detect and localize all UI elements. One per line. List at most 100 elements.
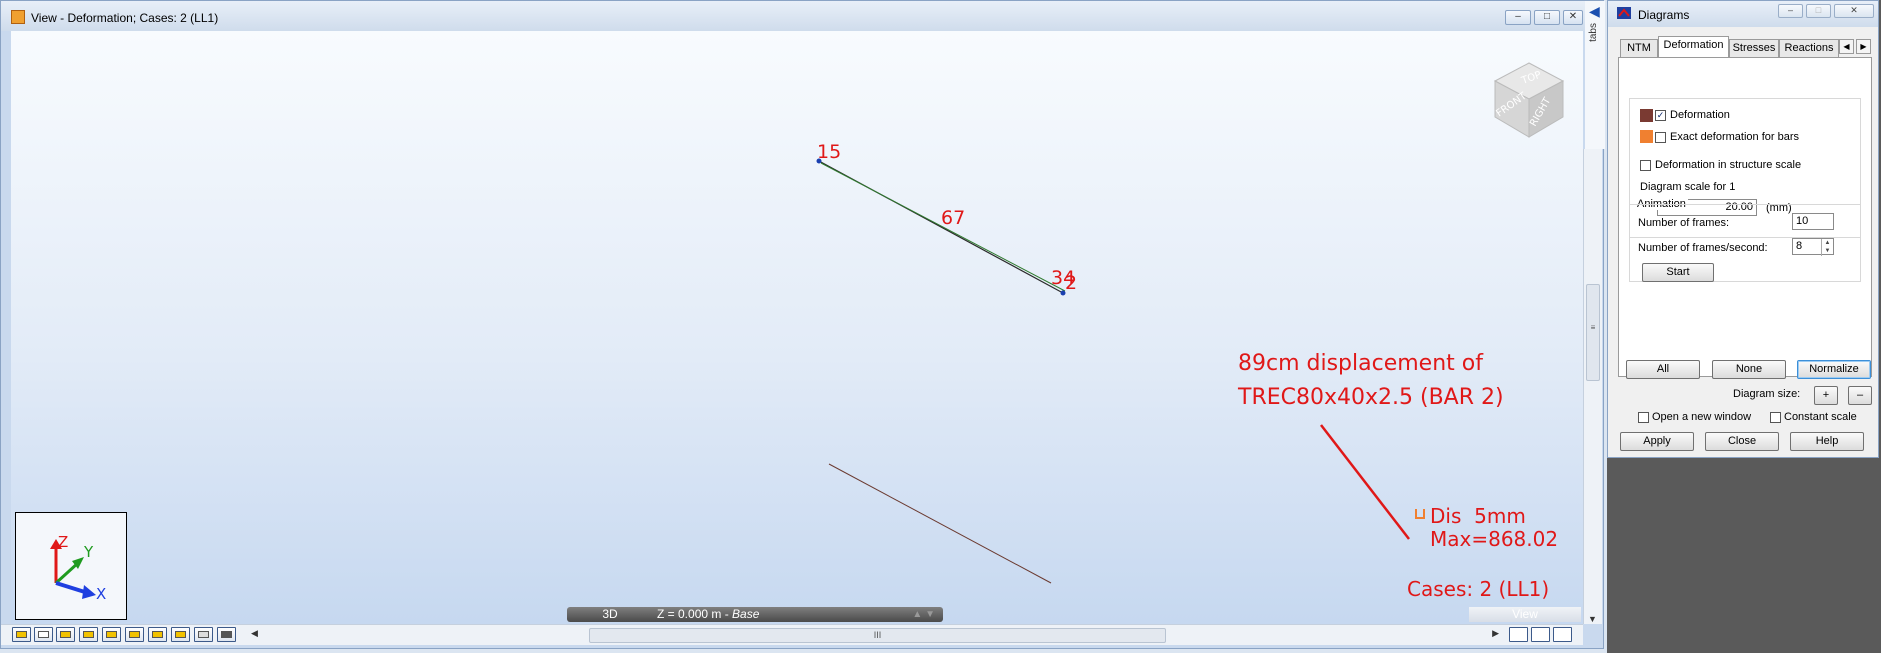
fps-label: Number of frames/second: <box>1638 242 1768 254</box>
tabs-nav: ◀ ▶ <box>1839 39 1872 54</box>
fps-spinner-icon[interactable]: ▲ ▼ <box>1821 239 1833 256</box>
work-plane-prefix: Z = 0.000 m - <box>657 607 733 621</box>
horizontal-scroll-thumb[interactable]: III <box>589 628 1166 643</box>
support-icon[interactable] <box>79 627 98 642</box>
deformed-shape <box>828 463 1052 584</box>
select-icon[interactable] <box>12 627 31 642</box>
apply-button[interactable]: Apply <box>1620 432 1694 451</box>
legend-swatch <box>1415 509 1425 519</box>
view-title: View - Deformation; Cases: 2 (LL1) <box>31 11 219 25</box>
scroll-left-icon[interactable]: ◀ <box>251 628 258 639</box>
animation-group: Number of frames: 10 Number of frames/se… <box>1629 204 1861 282</box>
view-status[interactable]: View <box>1469 607 1581 622</box>
view-cube[interactable]: TOP FRONT RIGHT <box>1481 51 1577 139</box>
table-icon[interactable] <box>217 627 236 642</box>
tab-deformation[interactable]: Deformation <box>1658 36 1729 58</box>
vertical-scrollbar[interactable]: ≡ ▼ <box>1583 149 1602 624</box>
normalize-button[interactable]: Normalize <box>1797 360 1871 379</box>
offset-icon[interactable] <box>194 627 213 642</box>
vertical-scroll-thumb[interactable]: ≡ <box>1586 284 1600 381</box>
legend-dis-label: Dis <box>1430 504 1462 528</box>
tab-prev-icon[interactable]: ◀ <box>1839 39 1854 54</box>
axis-z-label: Z <box>58 533 68 551</box>
exact-deformation-color-swatch[interactable] <box>1640 130 1653 143</box>
section-icon[interactable] <box>125 627 144 642</box>
scroll-right-icon[interactable]: ▶ <box>1492 628 1499 639</box>
diagram-size-minus-button[interactable]: – <box>1848 386 1872 405</box>
open-new-window-checkbox[interactable] <box>1638 412 1649 423</box>
work-plane-name: Base <box>732 607 760 621</box>
viewport-3d[interactable]: 15 67 34 2 89cm displacement of TREC80x4… <box>11 31 1583 624</box>
diagrams-maximize-button[interactable]: □ <box>1806 4 1831 18</box>
annotation-line-2: TREC80x40x2.5 (BAR 2) <box>1238 385 1504 410</box>
tabs-strip[interactable]: ◀ tabs <box>1585 1 1605 149</box>
view-titlebar[interactable]: View - Deformation; Cases: 2 (LL1) – □ ✕ <box>1 1 1603 31</box>
view-cube-icon[interactable]: TOP FRONT RIGHT <box>1481 51 1577 139</box>
axis-x-label: X <box>96 585 106 603</box>
diagrams-dialog: Diagrams – □ ✕ NTM Deformation Stresses … <box>1607 0 1879 458</box>
plane-arrows-icon[interactable]: ▲ ▼ <box>912 607 935 622</box>
fps-input[interactable]: 8 ▲ ▼ <box>1792 238 1834 256</box>
open-new-window-label: Open a new window <box>1652 411 1752 423</box>
tabs-label: tabs <box>1588 23 1599 42</box>
start-animation-button[interactable]: Start <box>1642 263 1714 282</box>
panel-icon[interactable] <box>148 627 167 642</box>
exact-deformation-label: Exact deformation for bars <box>1670 131 1800 143</box>
tab-reactions[interactable]: Reactions <box>1779 39 1839 57</box>
frames-label: Number of frames: <box>1638 217 1730 229</box>
view-refresh-icon[interactable] <box>1531 627 1550 642</box>
zoom-icon[interactable] <box>1553 627 1572 642</box>
display-options-icon[interactable] <box>1509 627 1528 642</box>
close-button[interactable]: ✕ <box>1563 10 1583 25</box>
diagrams-titlebar[interactable]: Diagrams – □ ✕ <box>1608 1 1878 27</box>
node-icon[interactable] <box>34 627 53 642</box>
annotation-pointer <box>1320 424 1410 540</box>
help-button[interactable]: Help <box>1790 432 1864 451</box>
node-label-top: 15 <box>817 141 842 163</box>
diagram-size-label: Diagram size: <box>1733 388 1801 400</box>
structure-scale-label: Deformation in structure scale <box>1655 159 1802 171</box>
constant-scale-checkbox[interactable] <box>1770 412 1781 423</box>
view-window: View - Deformation; Cases: 2 (LL1) – □ ✕… <box>0 0 1605 649</box>
diagram-size-plus-button[interactable]: + <box>1814 386 1838 405</box>
constant-scale-label: Constant scale <box>1784 411 1857 423</box>
minimize-button[interactable]: – <box>1505 10 1531 25</box>
arrow-left-icon[interactable]: ◀ <box>1589 3 1600 20</box>
deformation-checkbox[interactable]: ✓ <box>1655 110 1666 121</box>
close-dialog-button[interactable]: Close <box>1705 432 1779 451</box>
diagrams-panel-background: Diagrams – □ ✕ NTM Deformation Stresses … <box>1607 0 1881 653</box>
legend-dis: Dis 5mm <box>1430 504 1526 528</box>
horizontal-scrollbar[interactable]: ◀ III ▶ <box>251 628 1499 643</box>
deformation-label: Deformation <box>1670 109 1730 121</box>
fps-value: 8 <box>1796 240 1803 252</box>
maximize-button[interactable]: □ <box>1534 10 1560 25</box>
bottom-toolbar: ◀ III ▶ <box>1 624 1583 645</box>
diagrams-minimize-button[interactable]: – <box>1778 4 1803 18</box>
deformation-tab-body: ✓ Deformation Exact deformation for bars… <box>1618 57 1872 377</box>
tab-stresses[interactable]: Stresses <box>1729 39 1779 57</box>
scroll-grip-icon: ≡ <box>1590 323 1596 332</box>
diagram-scale-label: Diagram scale for 1 <box>1640 181 1736 193</box>
legend-max: Max=868.02 <box>1430 527 1559 551</box>
cases-label: Cases: 2 (LL1) <box>1407 577 1550 601</box>
diagrams-close-button[interactable]: ✕ <box>1834 4 1874 18</box>
scroll-down-icon[interactable]: ▼ <box>1588 614 1597 624</box>
structure-scale-checkbox[interactable] <box>1640 160 1651 171</box>
robot-app-icon <box>11 10 25 24</box>
work-plane-selector[interactable]: Z = 0.000 m - Base ▲ ▼ <box>647 607 943 622</box>
all-button[interactable]: All <box>1626 360 1700 379</box>
legend-unit: 5mm <box>1474 504 1526 528</box>
annotation-line-1: 89cm displacement of <box>1238 351 1483 376</box>
none-button[interactable]: None <box>1712 360 1786 379</box>
load-icon[interactable] <box>102 627 121 642</box>
axis-y-label: Y <box>83 543 94 561</box>
deformation-color-swatch[interactable] <box>1640 109 1653 122</box>
bar-icon[interactable] <box>56 627 75 642</box>
axis-indicator: Z Y X <box>15 512 127 620</box>
tab-next-icon[interactable]: ▶ <box>1856 39 1871 54</box>
release-icon[interactable] <box>171 627 190 642</box>
frames-input[interactable]: 10 <box>1792 213 1834 230</box>
view-mode-3d[interactable]: 3D <box>567 607 653 622</box>
exact-deformation-checkbox[interactable] <box>1655 132 1666 143</box>
tab-ntm[interactable]: NTM <box>1620 39 1658 57</box>
